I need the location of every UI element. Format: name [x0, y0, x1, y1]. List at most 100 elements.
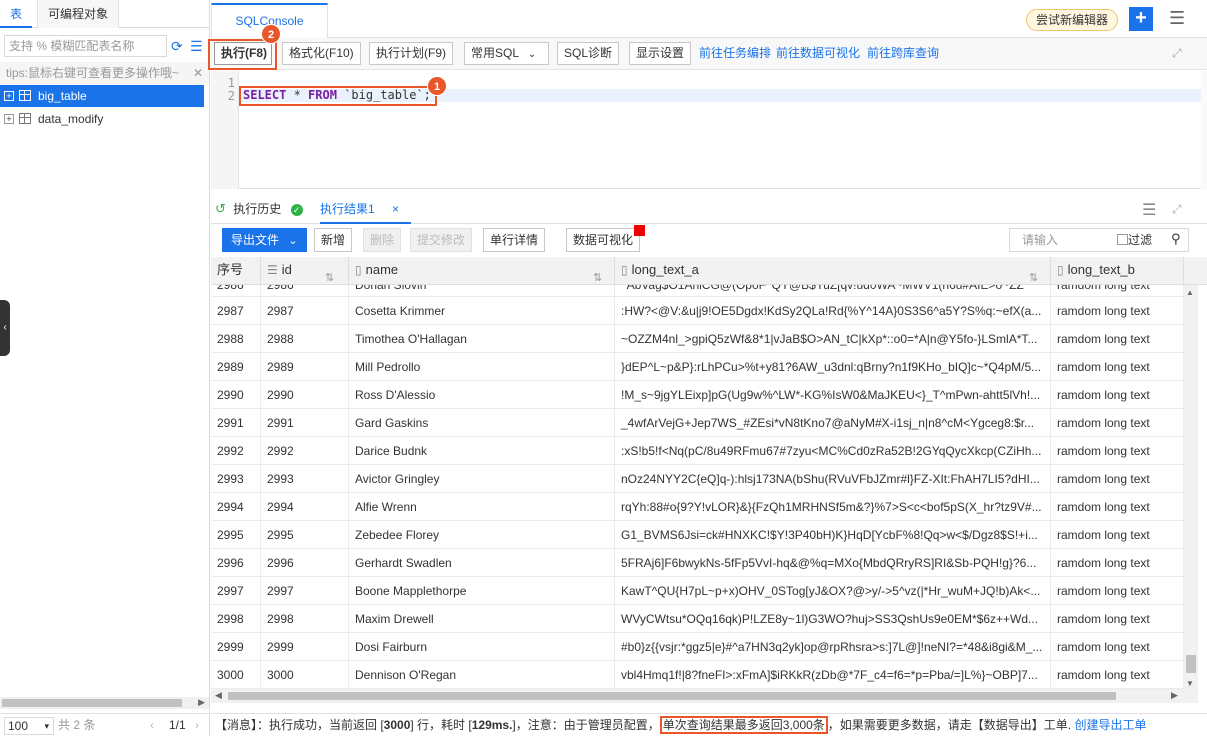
create-export-ticket-link[interactable]: 创建导出工单 — [1074, 718, 1146, 732]
column-header-name[interactable]: ▯name ⇅ — [349, 257, 615, 285]
tab-execution-result-1[interactable]: 执行结果1 × — [320, 194, 411, 224]
grid-horizontal-scrollbar[interactable]: ◀ ▶ — [211, 689, 1198, 703]
filter-checkbox[interactable] — [1117, 234, 1128, 245]
new-console-button[interactable]: + — [1129, 7, 1153, 31]
table-row[interactable]: 2998 2998 Maxim Drewell WVyCWtsu*OQq16qk)P!… — [211, 605, 1184, 633]
column-header-long-text-a[interactable]: ▯long_text_a ⇅ — [615, 257, 1051, 285]
cell-long-text-b: ramdom long text — [1051, 549, 1184, 577]
format-button[interactable]: 格式化(F10) — [282, 42, 361, 65]
cell-id: 2997 — [261, 577, 349, 605]
page-size-select[interactable]: 100 ▾ — [4, 717, 54, 735]
new-feature-marker — [634, 225, 645, 236]
link-cross-db-query[interactable]: 前往跨库查询 — [867, 42, 939, 65]
next-page-icon[interactable]: › — [195, 714, 199, 736]
submit-changes-button[interactable]: 提交修改 — [410, 228, 473, 252]
link-data-visualization[interactable]: 前往数据可视化 — [776, 42, 860, 65]
cell-name: Darice Budnk — [349, 437, 615, 465]
sql-diagnose-button[interactable]: SQL诊断 — [557, 42, 620, 65]
cell-id: 2994 — [261, 493, 349, 521]
expand-icon[interactable]: + — [4, 91, 14, 101]
fullscreen-icon[interactable]: ⤢ — [1172, 46, 1182, 61]
link-task-orchestration[interactable]: 前往任务编排 — [699, 42, 771, 65]
table-row[interactable]: 2997 2997 Boone Mapplethorpe KawT^QU{H7pL~p… — [211, 577, 1184, 605]
result-tab-label: 执行结果1 — [320, 202, 375, 216]
file-tabs-bar: SQLConsole 尝试新编辑器 + ☰ — [211, 0, 1207, 38]
line-number: 1 — [227, 76, 235, 90]
data-visualize-button[interactable]: 数据可视化 — [566, 228, 641, 252]
scrollbar-thumb[interactable] — [2, 699, 182, 707]
chevron-down-icon: ⌄ — [288, 235, 298, 247]
display-settings-button[interactable]: 显示设置 — [629, 42, 692, 65]
export-file-dropdown[interactable]: 导出文件 ⌄ — [222, 228, 307, 252]
cell-long-text-a: }dEP^L~p&P}:rLhPCu>%t+y81?6AW_u3dnl:qBrn… — [615, 353, 1051, 381]
table-row[interactable]: 2990 2990 Ross D'Alessio !M_s~9jgYLEixp]pG(… — [211, 381, 1184, 409]
table-item-data-modify[interactable]: + data_modify — [0, 108, 204, 130]
refresh-icon[interactable]: ⟳ — [171, 38, 183, 55]
tab-execution-history[interactable]: ↺ 执行历史 ✓ — [215, 194, 303, 224]
column-header-seq[interactable]: 序号 — [211, 257, 261, 285]
close-icon[interactable]: ✕ — [193, 62, 203, 84]
scroll-right-arrow-icon[interactable]: ▶ — [198, 697, 205, 708]
collapse-panel-handle[interactable]: ‹ — [0, 300, 10, 356]
add-row-button[interactable]: 新增 — [314, 228, 353, 252]
try-new-editor-button[interactable]: 尝试新编辑器 — [1026, 9, 1118, 31]
sort-icon[interactable]: ⇅ — [1029, 265, 1038, 285]
cell-id: 3000 — [261, 661, 349, 689]
menu-icon[interactable]: ☰ — [1142, 200, 1156, 220]
editor-scrollbar[interactable] — [1201, 71, 1207, 189]
cell-seq: 2999 — [211, 633, 261, 661]
prev-page-icon[interactable]: ‹ — [150, 714, 154, 736]
common-sql-dropdown[interactable]: 常用SQL ⌄ — [464, 42, 549, 65]
table-row[interactable]: 2996 2996 Gerhardt Swadlen 5FRAj6]F6bwykNs-… — [211, 549, 1184, 577]
cell-seq: 2987 — [211, 297, 261, 325]
scrollbar-thumb[interactable] — [228, 692, 1116, 700]
scroll-left-arrow-icon[interactable]: ◀ — [215, 690, 222, 701]
scroll-right-arrow-icon[interactable]: ▶ — [1171, 690, 1178, 701]
table-row[interactable]: 2992 2992 Darice Budnk:xS!b5!f<Nq(pC/8u49R… — [211, 437, 1184, 465]
table-row[interactable]: 2988 2988 Timothea O'Hallagan ~OZZM4nl_>gpi… — [211, 325, 1184, 353]
tab-programmable-objects[interactable]: 可编程对象 — [37, 0, 120, 28]
table-row[interactable]: 2989 2989 Mill Pedrollo}dEP^L~p&P}:rLhPCu>… — [211, 353, 1184, 381]
delete-row-button[interactable]: 删除 — [363, 228, 402, 252]
table-row[interactable]: 2991 2991 Gard Gaskins _4wfArVejG+Jep7WS_#Z… — [211, 409, 1184, 437]
column-header-long-text-b[interactable]: ▯long_text_b — [1051, 257, 1184, 285]
column-header-id[interactable]: ☰id ⇅ — [261, 257, 349, 285]
list-filter-icon[interactable]: ☰ — [190, 38, 203, 55]
table-row[interactable]: 2999 2999 Dosi Fairburn #b0}z{{vsjr:*ggz5|e… — [211, 633, 1184, 661]
table-row[interactable]: 3000 3000 Dennison O'Regan vbl4Hmq1f!|8?fne… — [211, 661, 1184, 689]
result-grid: 序号 ☰id ⇅ ▯name ⇅ ▯long_text_a ⇅ ▯long_te… — [211, 257, 1207, 689]
table-row[interactable]: 2993 2993 Avictor Gringley nOz24NYY2C{eQ]q-… — [211, 465, 1184, 493]
status-text: ] 行，耗时 [ — [410, 718, 472, 732]
table-row[interactable]: 2987 2987 Cosetta Krimmer:HW?<@V:&u|j9!OE5… — [211, 297, 1184, 325]
line-number-gutter: 1 2 — [211, 71, 239, 189]
tab-tables[interactable]: 表 — [0, 0, 33, 28]
cell-long-text-b: ramdom long text — [1051, 605, 1184, 633]
left-horizontal-scrollbar[interactable]: ▶ — [0, 697, 209, 709]
close-icon[interactable]: × — [392, 202, 399, 216]
cell-long-text-b: ramdom long text — [1051, 633, 1184, 661]
menu-icon[interactable]: ☰ — [1169, 8, 1185, 29]
cell-name: Boone Mapplethorpe — [349, 577, 615, 605]
cell-name: Zebedee Florey — [349, 521, 615, 549]
scroll-up-arrow-icon[interactable]: ▲ — [1186, 288, 1194, 297]
filter-input[interactable]: 请输入 — [1009, 228, 1189, 252]
scrollbar-thumb[interactable] — [1186, 655, 1196, 673]
grid-vertical-scrollbar[interactable]: ▲ ▼ — [1184, 285, 1198, 689]
expand-icon[interactable]: + — [4, 114, 14, 124]
sort-icon[interactable]: ⇅ — [593, 265, 602, 285]
scroll-down-arrow-icon[interactable]: ▼ — [1186, 679, 1194, 688]
result-toolbar: 导出文件 ⌄ 新增 删除 提交修改 单行详情 数据可视化 请输入 过滤 ⚲ — [211, 225, 1207, 255]
table-icon — [19, 113, 31, 124]
cell-long-text-b: ramdom long text — [1051, 325, 1184, 353]
fullscreen-icon[interactable]: ⤢ — [1172, 202, 1182, 217]
explain-plan-button[interactable]: 执行计划(F9) — [369, 42, 453, 65]
table-row[interactable]: 2994 2994 Alfie Wrenn rqYh:88#o{9?Y!vLOR}&}… — [211, 493, 1184, 521]
cell-id: 2989 — [261, 353, 349, 381]
table-search-input[interactable]: 支持 % 模糊匹配表名称 — [4, 35, 167, 57]
table-row[interactable]: 2995 2995 Zebedee Florey G1_BVMS6Jsi=ck#HNX… — [211, 521, 1184, 549]
search-icon[interactable]: ⚲ — [1171, 231, 1181, 247]
table-item-big-table[interactable]: + big_table — [0, 85, 204, 107]
row-detail-button[interactable]: 单行详情 — [483, 228, 546, 252]
sort-icon[interactable]: ⇅ — [325, 265, 334, 285]
cell-seq: 2993 — [211, 465, 261, 493]
